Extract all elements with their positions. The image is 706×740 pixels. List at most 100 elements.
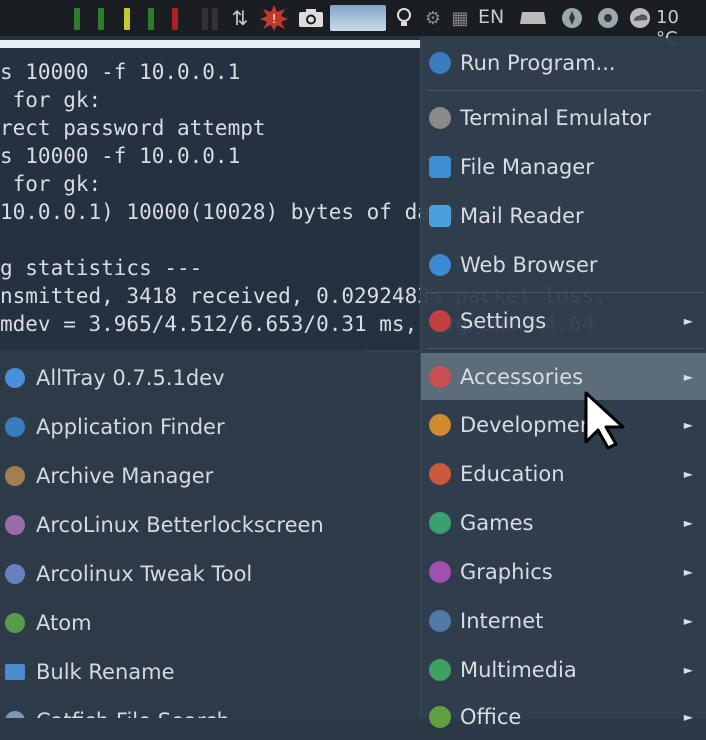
compass-icon[interactable] — [558, 7, 586, 29]
terminal-line: s 10000 -f 10.0.0.1 — [0, 60, 241, 84]
tweak-tool-icon — [5, 563, 25, 584]
multimedia-icon — [429, 659, 451, 681]
submenu-arrow-icon: ► — [683, 663, 693, 677]
menu-separator — [427, 90, 703, 91]
cpu-meter-bar — [124, 8, 130, 30]
mail-icon — [429, 205, 451, 227]
lockscreen-icon — [5, 514, 25, 535]
menu-item-settings[interactable]: Settings ► — [421, 298, 706, 344]
list-item-application-finder[interactable]: Application Finder — [0, 402, 420, 451]
list-item-label: Application Finder — [36, 414, 225, 439]
bulb-icon[interactable] — [392, 7, 416, 29]
menu-item-label: Games — [460, 511, 534, 535]
menu-item-label: Settings — [460, 309, 547, 333]
terminal-line: rect password attempt — [0, 116, 266, 140]
menu-item-development[interactable]: Development ► — [421, 402, 706, 448]
gear-icon[interactable]: ⚙ — [422, 7, 444, 29]
mouse-pointer-icon — [582, 390, 636, 456]
atom-icon — [5, 612, 25, 633]
menu-item-label: Accessories — [460, 364, 584, 389]
list-item-label: ArcoLinux Betterlockscreen — [36, 512, 324, 537]
terminal-line: for gk: — [0, 88, 102, 112]
menu-item-mail-reader[interactable]: Mail Reader — [421, 193, 706, 239]
web-browser-icon — [429, 254, 451, 276]
list-item-label: Catfish File Search — [36, 709, 230, 719]
keyboard-layout-indicator[interactable]: EN — [478, 6, 504, 28]
grid-icon[interactable]: ▦ — [448, 7, 472, 29]
menu-item-graphics[interactable]: Graphics ► — [421, 549, 706, 595]
menu-item-games[interactable]: Games ► — [421, 500, 706, 546]
network-icon[interactable]: ⇅ — [228, 6, 252, 30]
meter-bar — [212, 8, 218, 30]
catfish-icon — [5, 710, 25, 718]
menu-item-education[interactable]: Education ► — [421, 451, 706, 497]
menu-item-terminal-emulator[interactable]: Terminal Emulator — [421, 95, 706, 141]
menu-item-file-manager[interactable]: File Manager — [421, 144, 706, 190]
settings-tray-icon[interactable] — [594, 7, 622, 29]
education-icon — [429, 463, 451, 485]
terminal-line: 10.0.0.1) 10000(10028) bytes of data. — [0, 200, 468, 224]
cpu-meter-bar — [74, 8, 80, 30]
cpu-meter-bar — [148, 8, 154, 30]
submenu-arrow-icon: ► — [683, 418, 693, 432]
submenu-arrow-icon: ► — [683, 614, 693, 628]
list-item-atom[interactable]: Atom — [0, 598, 420, 647]
terminal-line: for gk: — [0, 172, 102, 196]
menu-item-multimedia[interactable]: Multimedia ► — [421, 647, 706, 693]
submenu-arrow-icon: ► — [683, 516, 693, 530]
menu-separator — [427, 348, 703, 349]
applications-menu: Run Program... Terminal Emulator File Ma… — [420, 38, 706, 729]
list-item-archive-manager[interactable]: Archive Manager — [0, 451, 420, 500]
list-item-catfish[interactable]: Catfish File Search — [0, 696, 420, 718]
cpu-meter-bar — [98, 8, 104, 30]
list-item-label: AllTray 0.7.5.1dev — [36, 365, 225, 390]
list-item-bulk-rename[interactable]: Bulk Rename — [0, 647, 420, 696]
all-applications-list: AllTray 0.7.5.1dev Application Finder Ar… — [0, 352, 420, 718]
update-alert-icon[interactable]: ! — [258, 5, 290, 31]
menu-item-internet[interactable]: Internet ► — [421, 598, 706, 644]
menu-item-office[interactable]: Office ► — [421, 694, 706, 740]
office-icon — [429, 706, 451, 728]
menu-item-label: Multimedia — [460, 658, 577, 682]
menu-item-label: File Manager — [460, 155, 594, 179]
list-item-betterlockscreen[interactable]: ArcoLinux Betterlockscreen — [0, 500, 420, 549]
folder-icon — [5, 663, 25, 680]
weather-icon[interactable] — [626, 7, 654, 29]
archive-icon — [5, 465, 25, 486]
terminal-line: s 10000 -f 10.0.0.1 — [0, 144, 241, 168]
binoculars-icon — [5, 416, 25, 437]
top-panel: ⇅ ! ⚙ ▦ EN 10 °C — [0, 0, 706, 49]
games-icon — [429, 512, 451, 534]
meter-bar — [202, 8, 208, 30]
list-item-label: Archive Manager — [36, 463, 214, 488]
submenu-arrow-icon: ► — [683, 369, 693, 384]
alltray-icon — [5, 367, 25, 388]
list-item-alltray[interactable]: AllTray 0.7.5.1dev — [0, 353, 420, 402]
binoculars-icon — [429, 52, 451, 74]
file-manager-icon — [429, 156, 451, 178]
camera-icon[interactable] — [296, 7, 326, 29]
menu-item-label: Web Browser — [460, 253, 598, 277]
list-item-label: Arcolinux Tweak Tool — [36, 561, 253, 586]
svg-text:!: ! — [272, 12, 277, 26]
menu-item-accessories[interactable]: Accessories ► — [421, 353, 706, 400]
internet-icon — [429, 610, 451, 632]
terminal-icon — [429, 107, 451, 129]
accessories-icon — [429, 365, 451, 388]
list-item-label: Bulk Rename — [36, 659, 175, 684]
menu-item-label: Run Program... — [460, 51, 616, 75]
menu-item-run-program[interactable]: Run Program... — [421, 40, 706, 86]
menu-item-web-browser[interactable]: Web Browser — [421, 242, 706, 288]
cloud-thumbnail-icon[interactable] — [330, 5, 386, 31]
drive-icon[interactable] — [518, 7, 548, 29]
menu-item-label: Mail Reader — [460, 204, 584, 228]
settings-icon — [429, 310, 451, 332]
submenu-arrow-icon: ► — [683, 314, 693, 328]
menu-item-label: Office — [460, 705, 522, 729]
menu-item-label: Graphics — [460, 560, 553, 584]
graphics-icon — [429, 561, 451, 583]
menu-item-label: Internet — [460, 609, 544, 633]
menu-item-label: Development — [460, 413, 602, 437]
list-item-tweak-tool[interactable]: Arcolinux Tweak Tool — [0, 549, 420, 598]
cpu-meter-bar — [172, 8, 178, 30]
